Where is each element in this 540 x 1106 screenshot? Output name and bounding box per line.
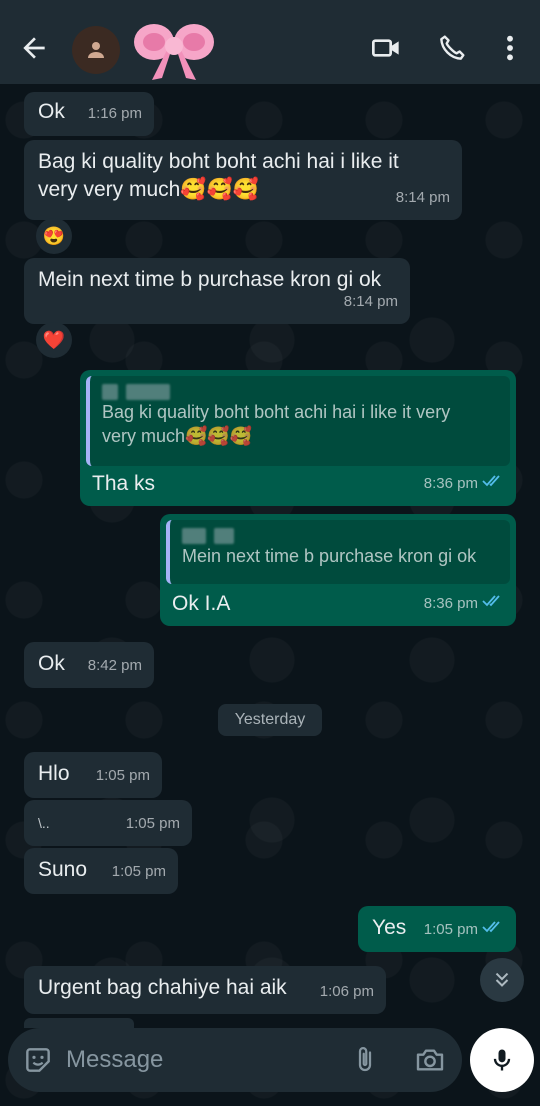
message-text-line: Bag ki quality boht boht achi hai i like…	[38, 150, 399, 173]
message-time: 1:05 pm	[111, 863, 166, 880]
paperclip-attach-icon[interactable]	[350, 1044, 380, 1076]
incoming-message[interactable]: Suno 1:05 pm	[24, 848, 178, 894]
partial-message-edge	[24, 1018, 134, 1028]
chat-header	[0, 0, 540, 84]
quoted-message[interactable]: Mein next time b purchase kron gi ok	[166, 520, 510, 584]
date-divider: Yesterday	[218, 704, 322, 736]
message-composer	[8, 1028, 462, 1092]
message-time: 8:42 pm	[87, 657, 142, 674]
message-text: Ok I.A	[172, 592, 231, 615]
avatar[interactable]	[72, 26, 120, 74]
message-time: 8:36 pm	[424, 470, 504, 498]
outgoing-message[interactable]: Mein next time b purchase kron gi ok Ok …	[160, 514, 516, 626]
message-time: 8:36 pm	[424, 590, 504, 618]
message-input[interactable]	[66, 1044, 326, 1076]
message-text: Tha ks	[92, 472, 156, 495]
quoted-author-redacted	[102, 382, 500, 400]
contact-name-sticker[interactable]	[132, 14, 216, 86]
message-time: 1:05 pm	[95, 767, 150, 784]
read-ticks-icon	[482, 916, 504, 944]
message-text-line: very very much🥰🥰🥰	[38, 178, 259, 201]
message-text: \..	[38, 815, 50, 831]
person-icon	[88, 42, 104, 58]
message-text: Suno	[38, 858, 88, 881]
back-arrow-icon[interactable]	[18, 32, 50, 64]
video-call-icon[interactable]	[370, 32, 402, 64]
incoming-message[interactable]: Ok 8:42 pm	[24, 642, 154, 688]
quoted-text: Mein next time b purchase kron gi ok	[182, 546, 477, 566]
double-chevron-down-icon	[495, 972, 509, 987]
incoming-message[interactable]: Mein next time b purchase kron gi ok 8:1…	[24, 258, 410, 324]
message-text: Ok	[38, 652, 65, 675]
phone-call-icon[interactable]	[436, 32, 468, 64]
quoted-text-line: Bag ki quality boht boht achi hai i like…	[102, 402, 451, 422]
incoming-message[interactable]: Urgent bag chahiye hai aik 1:06 pm	[24, 966, 386, 1014]
message-text: Ok	[38, 100, 65, 123]
incoming-message[interactable]: Ok 1:16 pm	[24, 92, 154, 136]
message-time: 1:05 pm	[125, 815, 180, 832]
message-reaction[interactable]: ❤️	[36, 322, 72, 358]
read-ticks-icon	[482, 590, 504, 618]
outgoing-message[interactable]: Yes 1:05 pm	[358, 906, 516, 952]
incoming-message[interactable]: Bag ki quality boht boht achi hai i like…	[24, 140, 462, 220]
microphone-button[interactable]	[470, 1028, 534, 1092]
camera-icon[interactable]	[414, 1044, 448, 1076]
message-time: 8:14 pm	[395, 189, 450, 206]
scroll-to-bottom-button[interactable]	[480, 958, 524, 1002]
quoted-text-line: very much🥰🥰🥰	[102, 426, 253, 446]
message-time: 1:05 pm	[424, 916, 504, 944]
incoming-message[interactable]: Hlo 1:05 pm	[24, 752, 162, 798]
read-ticks-icon	[482, 470, 504, 498]
message-time: 8:14 pm	[343, 293, 398, 310]
message-reaction[interactable]: 😍	[36, 218, 72, 254]
message-text: Yes	[372, 916, 407, 939]
message-text: Mein next time b purchase kron gi ok	[38, 268, 382, 291]
quoted-message[interactable]: Bag ki quality boht boht achi hai i like…	[86, 376, 510, 466]
sticker-emoji-icon[interactable]	[22, 1044, 54, 1076]
message-text: Urgent bag chahiye hai aik	[38, 976, 287, 999]
message-time: 1:06 pm	[319, 983, 374, 1000]
quoted-author-redacted	[182, 526, 500, 544]
message-time: 1:16 pm	[87, 105, 142, 122]
microphone-icon	[493, 1049, 511, 1071]
incoming-message[interactable]: \.. 1:05 pm	[24, 800, 192, 846]
more-options-icon[interactable]	[496, 32, 528, 64]
outgoing-message[interactable]: Bag ki quality boht boht achi hai i like…	[80, 370, 516, 506]
message-text: Hlo	[38, 762, 70, 785]
